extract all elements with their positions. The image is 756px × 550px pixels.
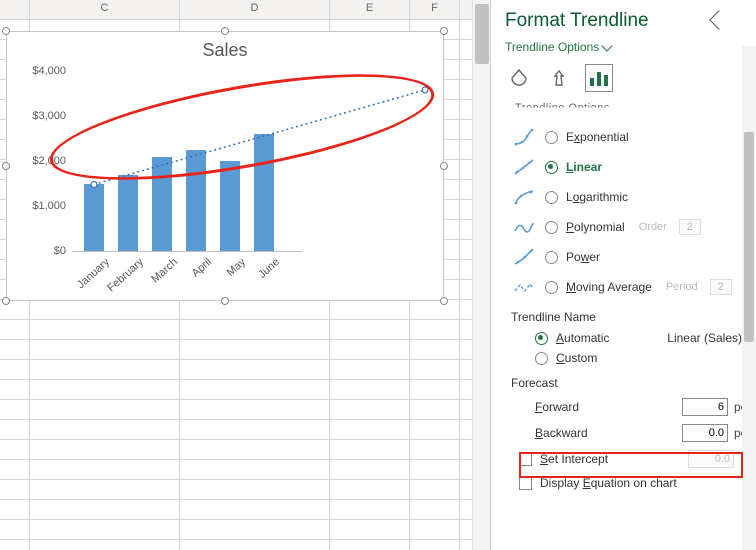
radio[interactable]: [545, 251, 558, 264]
checkbox[interactable]: [519, 453, 532, 466]
trend-type-logarithmic[interactable]: Logarithmic: [511, 182, 756, 212]
option-label: Exponential: [566, 130, 629, 144]
param-input: [710, 279, 732, 295]
column-headers: C D E F: [0, 0, 490, 20]
set-intercept-row[interactable]: Set Intercept: [519, 446, 756, 472]
option-label: Logarithmic: [566, 190, 628, 204]
set-intercept-input: [688, 450, 734, 468]
trend-type-icon: [511, 216, 537, 238]
radio-automatic[interactable]: [535, 332, 548, 345]
param-label: Period: [666, 281, 698, 293]
backward-input[interactable]: [682, 424, 728, 442]
option-label: Moving Average: [566, 280, 652, 294]
worksheet-area: C D E F Sales $0$1,000$2,000$3,000$4,000…: [0, 0, 490, 550]
name-auto-value: Linear (Sales): [667, 331, 742, 345]
option-label: Linear: [566, 160, 602, 174]
radio[interactable]: [545, 221, 558, 234]
trend-type-linear[interactable]: Linear: [511, 152, 756, 182]
resize-handle[interactable]: [221, 297, 229, 305]
resize-handle[interactable]: [440, 297, 448, 305]
trendline-name-section: Trendline Name: [511, 310, 756, 324]
param-label: Order: [639, 221, 667, 233]
forward-input[interactable]: [682, 398, 728, 416]
forecast-section: Forecast: [511, 376, 756, 390]
pane-scrollbar[interactable]: [742, 46, 756, 550]
trendline-endpoint[interactable]: [422, 87, 428, 93]
trend-type-icon: [511, 156, 537, 178]
sheet-scrollbar[interactable]: [472, 0, 490, 550]
radio[interactable]: [545, 191, 558, 204]
scrollbar-thumb[interactable]: [475, 4, 489, 64]
option-label: Polynomial: [566, 220, 625, 234]
sales-chart[interactable]: Sales $0$1,000$2,000$3,000$4,000 January…: [6, 31, 444, 301]
trend-type-icon: [511, 186, 537, 208]
dropdown-icon: [602, 40, 613, 51]
name-custom-row[interactable]: Custom: [535, 348, 756, 368]
col-header[interactable]: D: [180, 0, 330, 19]
trendline-options-link[interactable]: Trendline Options: [505, 40, 611, 54]
resize-handle[interactable]: [2, 297, 10, 305]
trend-type-power[interactable]: Power: [511, 242, 756, 272]
trendline[interactable]: [94, 90, 425, 185]
format-trendline-pane: Format Trendline Trendline Options Trend…: [490, 0, 756, 550]
scrollbar-thumb[interactable]: [744, 132, 754, 342]
col-header[interactable]: E: [330, 0, 410, 19]
pane-header-actions: [712, 13, 740, 30]
tab-fill-icon[interactable]: [505, 64, 533, 92]
name-automatic-row[interactable]: AAutomaticutomatic Linear (Sales): [535, 328, 756, 348]
col-header[interactable]: C: [30, 0, 180, 19]
resize-handle[interactable]: [221, 27, 229, 35]
resize-handle[interactable]: [440, 27, 448, 35]
radio[interactable]: [545, 131, 558, 144]
trend-type-icon: [511, 246, 537, 268]
forecast-backward-row: Backward pe: [535, 420, 756, 446]
collapse-chevron-icon[interactable]: [709, 10, 729, 30]
option-label: Power: [566, 250, 600, 264]
trend-type-exponential[interactable]: Exponential: [511, 122, 756, 152]
trend-type-icon: [511, 276, 537, 298]
radio-custom[interactable]: [535, 352, 548, 365]
property-tabs: [505, 64, 756, 92]
plot-area: $0$1,000$2,000$3,000$4,000 JanuaryFebrua…: [17, 72, 435, 282]
trendline-svg: [17, 72, 435, 272]
pane-title: Format Trendline: [505, 10, 649, 32]
resize-handle[interactable]: [2, 27, 10, 35]
forecast-forward-row: Forward pe: [535, 394, 756, 420]
resize-handle[interactable]: [440, 162, 448, 170]
chart-title[interactable]: Sales: [7, 32, 443, 65]
tab-chart-options-icon[interactable]: [585, 64, 613, 92]
trend-type-movingavg[interactable]: Moving Average Period: [511, 272, 756, 302]
checkbox[interactable]: [519, 477, 532, 490]
param-input: [679, 219, 701, 235]
trend-type-icon: [511, 126, 537, 148]
trend-type-polynomial[interactable]: Polynomial Order: [511, 212, 756, 242]
col-header[interactable]: F: [410, 0, 460, 19]
resize-handle[interactable]: [2, 162, 10, 170]
radio[interactable]: [545, 281, 558, 294]
radio[interactable]: [545, 161, 558, 174]
section-label-truncated: Trendline Options: [515, 102, 756, 116]
tab-effects-icon[interactable]: [545, 64, 573, 92]
trendline-endpoint[interactable]: [91, 182, 97, 188]
display-equation-row[interactable]: Display Equation on chart: [519, 472, 756, 494]
